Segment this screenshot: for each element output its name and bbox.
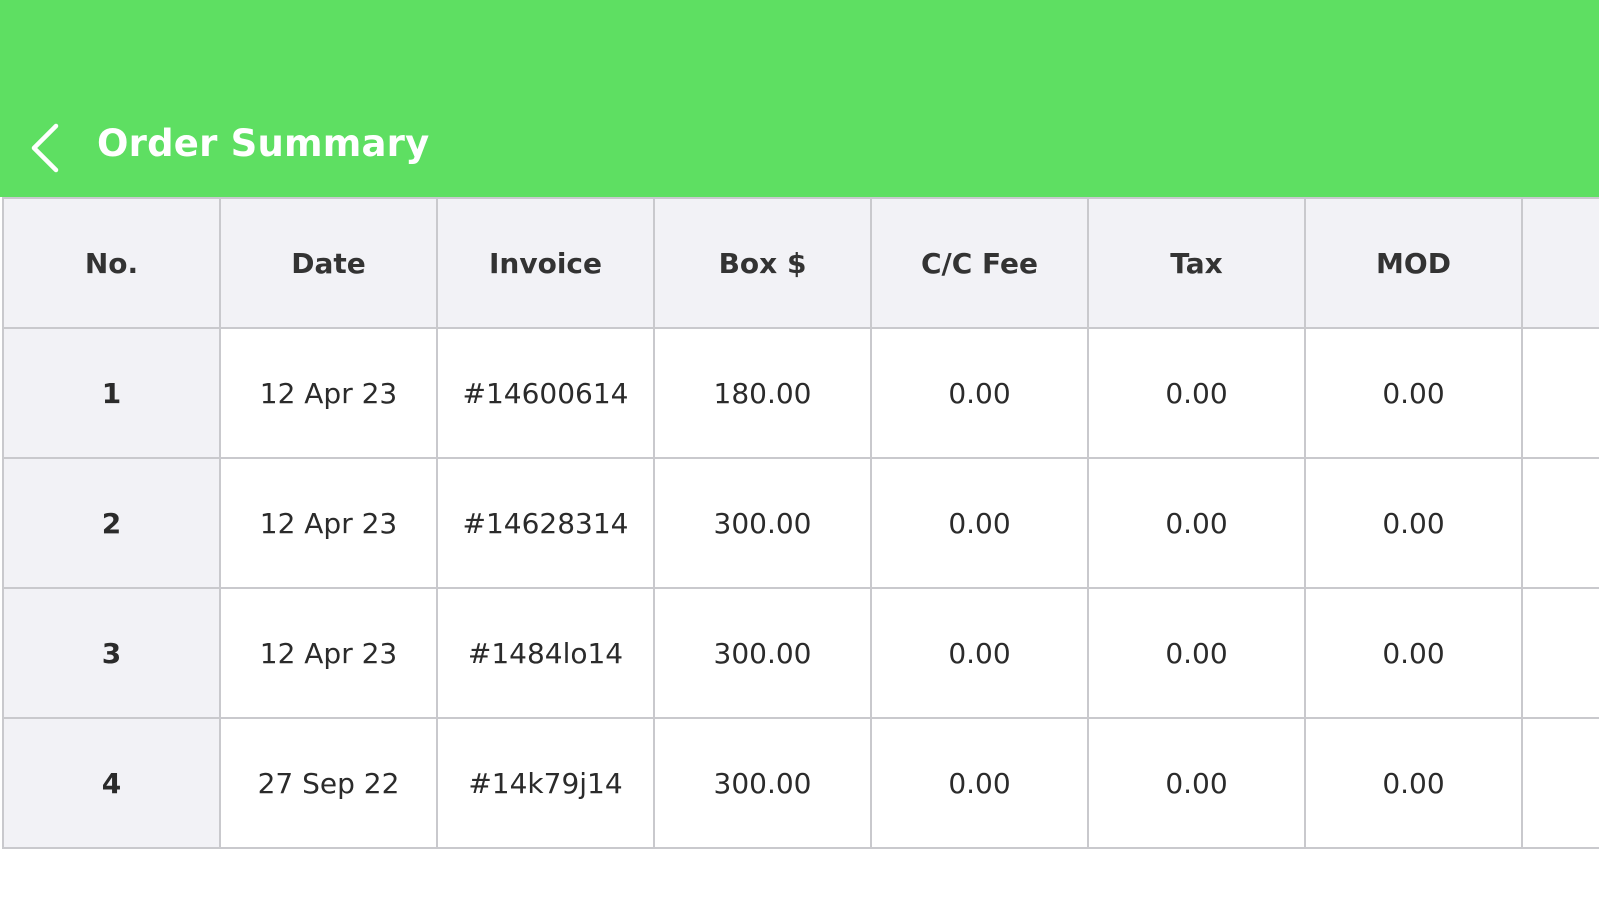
cell-box: 300.00 xyxy=(653,717,872,849)
column-header-overflow[interactable] xyxy=(1521,197,1599,329)
cell-cc-fee: 0.00 xyxy=(870,717,1089,849)
cell-invoice: #1484lo14 xyxy=(436,587,655,719)
table-row[interactable]: 4 27 Sep 22 #14k79j14 300.00 0.00 0.00 0… xyxy=(2,717,1599,849)
cell-cc-fee: 0.00 xyxy=(870,457,1089,589)
table-row[interactable]: 2 12 Apr 23 #14628314 300.00 0.00 0.00 0… xyxy=(2,457,1599,589)
app-header: Order Summary xyxy=(0,0,1599,197)
cell-mod: 0.00 xyxy=(1304,457,1523,589)
cell-cc-fee: 0.00 xyxy=(870,587,1089,719)
column-header-no[interactable]: No. xyxy=(2,197,221,329)
cell-no: 4 xyxy=(2,717,221,849)
column-header-invoice[interactable]: Invoice xyxy=(436,197,655,329)
cell-overflow xyxy=(1521,587,1599,719)
column-header-mod[interactable]: MOD xyxy=(1304,197,1523,329)
cell-invoice: #14628314 xyxy=(436,457,655,589)
order-summary-table: No. Date Invoice Box $ C/C Fee Tax MOD 1… xyxy=(2,197,1599,849)
cell-mod: 0.00 xyxy=(1304,717,1523,849)
cell-tax: 0.00 xyxy=(1087,717,1306,849)
cell-tax: 0.00 xyxy=(1087,327,1306,459)
table-row[interactable]: 1 12 Apr 23 #14600614 180.00 0.00 0.00 0… xyxy=(2,327,1599,459)
cell-date: 12 Apr 23 xyxy=(219,457,438,589)
cell-box: 300.00 xyxy=(653,457,872,589)
cell-overflow xyxy=(1521,457,1599,589)
column-header-tax[interactable]: Tax xyxy=(1087,197,1306,329)
cell-tax: 0.00 xyxy=(1087,587,1306,719)
cell-box: 300.00 xyxy=(653,587,872,719)
cell-no: 1 xyxy=(2,327,221,459)
back-button[interactable] xyxy=(22,118,74,178)
page-title: Order Summary xyxy=(97,122,430,165)
chevron-left-icon xyxy=(31,123,59,173)
cell-mod: 0.00 xyxy=(1304,587,1523,719)
cell-invoice: #14k79j14 xyxy=(436,717,655,849)
table-row[interactable]: 3 12 Apr 23 #1484lo14 300.00 0.00 0.00 0… xyxy=(2,587,1599,719)
cell-date: 27 Sep 22 xyxy=(219,717,438,849)
cell-no: 3 xyxy=(2,587,221,719)
cell-overflow xyxy=(1521,717,1599,849)
cell-date: 12 Apr 23 xyxy=(219,587,438,719)
cell-no: 2 xyxy=(2,457,221,589)
cell-date: 12 Apr 23 xyxy=(219,327,438,459)
cell-mod: 0.00 xyxy=(1304,327,1523,459)
column-header-box[interactable]: Box $ xyxy=(653,197,872,329)
cell-overflow xyxy=(1521,327,1599,459)
cell-tax: 0.00 xyxy=(1087,457,1306,589)
cell-box: 180.00 xyxy=(653,327,872,459)
column-header-date[interactable]: Date xyxy=(219,197,438,329)
table-header-row: No. Date Invoice Box $ C/C Fee Tax MOD xyxy=(2,197,1599,329)
cell-cc-fee: 0.00 xyxy=(870,327,1089,459)
order-summary-table-container[interactable]: No. Date Invoice Box $ C/C Fee Tax MOD 1… xyxy=(2,197,1599,849)
column-header-cc-fee[interactable]: C/C Fee xyxy=(870,197,1089,329)
cell-invoice: #14600614 xyxy=(436,327,655,459)
